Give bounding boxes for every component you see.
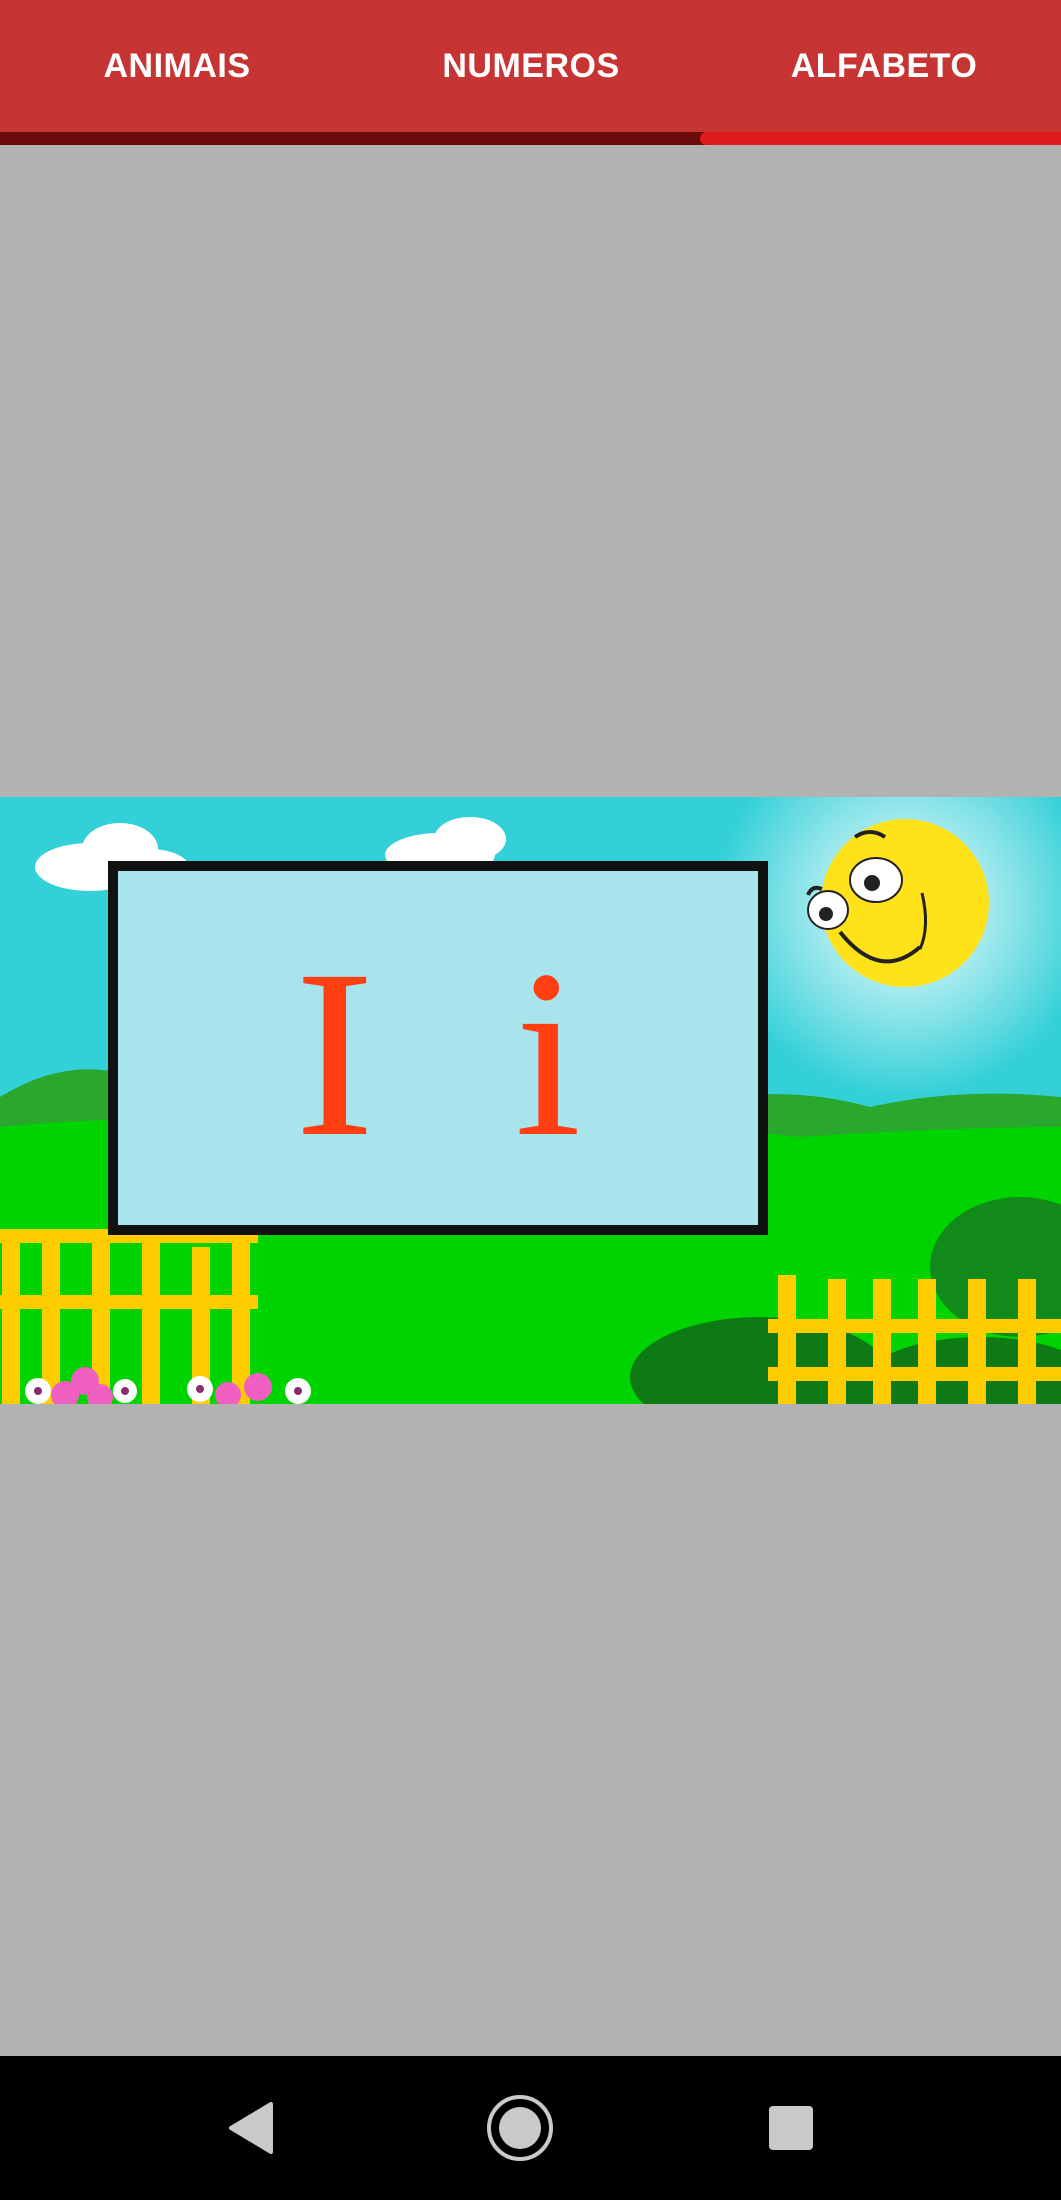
letter-display: I i: [294, 920, 622, 1186]
alphabet-scene-image: I i: [0, 797, 1061, 1404]
tab-bar: ANIMAIS NUMEROS ALFABETO: [0, 0, 1061, 132]
tab-label: NUMEROS: [442, 46, 620, 85]
home-button[interactable]: [450, 2056, 590, 2200]
home-circle-icon: [487, 2095, 553, 2161]
tab-numeros[interactable]: NUMEROS: [354, 0, 708, 132]
tab-alfabeto[interactable]: ALFABETO: [707, 0, 1061, 132]
tab-label: ANIMAIS: [103, 46, 251, 85]
recents-button[interactable]: [721, 2056, 861, 2200]
system-navigation-bar: [0, 2056, 1061, 2200]
tab-animais[interactable]: ANIMAIS: [0, 0, 354, 132]
recents-square-icon: [769, 2106, 813, 2150]
tab-selected-indicator: [700, 132, 1061, 145]
back-button[interactable]: [180, 2056, 320, 2200]
letter-card: I i: [108, 861, 768, 1235]
tab-label: ALFABETO: [790, 46, 978, 85]
back-triangle-icon: [229, 2102, 273, 2154]
